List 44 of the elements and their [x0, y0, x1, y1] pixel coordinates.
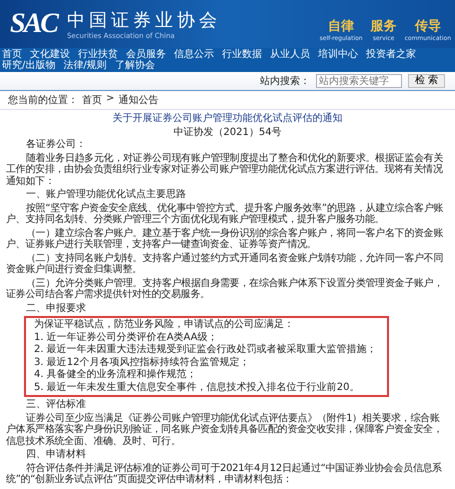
slogan: 传导 [414, 18, 441, 34]
nav-link[interactable]: 研究/出版物 [2, 60, 56, 71]
nav-link[interactable]: 培训中心 [318, 49, 358, 60]
paragraph: 符合评估条件并满足评估标准的证券公司可于2021年4月12日起通过“中国证券业协会会员信息系统”的“创新业务试点评估”页面提交评估申请材料，申请材料包括： [6, 462, 443, 486]
logo[interactable]: SAC [10, 8, 57, 40]
nav-link[interactable]: 会员服务 [126, 49, 166, 60]
article-title: 关于开展证券公司账户管理功能优化试点评估的通知 [112, 113, 344, 124]
paragraph: 随着业务日趋多元化，对证券公司现有账户管理制度提出了整合和优化的新要求。根据证监会有关工作的安排，由协会负责组织行业专家对证券公司账户管理功能优化试点方案进行评估。现将有关情况通知如下： [6, 152, 444, 187]
requirement-line: 4. 具备健全的业务流程和操作规范； [34, 369, 198, 380]
slogan: 服务 [370, 18, 397, 34]
search-button[interactable]: 检 索 [408, 74, 445, 88]
paragraph: 按照“坚守客户资金安全底线、优化事中管控方式、提升客户服务效率”的思路，从建立综合客户账户、支持同名划转、分类账户管理三个方面优化现有账户管理模式，提升客户服务功能。 [6, 202, 444, 226]
nav-link[interactable]: 信息公示 [174, 49, 214, 60]
breadcrumb-link[interactable]: 通知公告 [118, 93, 158, 107]
requirement-line: 为保证平稳试点，防范业务风险，申请试点的公司应满足： [34, 319, 295, 330]
section-heading: 二、申报要求 [25, 302, 87, 314]
breadcrumb-separator: > [106, 93, 114, 106]
requirement-line: 2. 最近一年未因重大违法违规受到证监会行政处罚或者被采取重大监管措施； [34, 344, 378, 356]
paragraph: 证券公司至少应当满足《证券公司账户管理功能优化试点评估要点》（附件1）相关要求，综合账户体系严格落实客户身份识别验证，同名账户资金划转具备匹配的资金交收安排，保障客户资金安全，信息技术系统全面、准确、及时、可行。 [6, 412, 444, 447]
breadcrumb-label: 您当前的位置： [8, 94, 78, 107]
paragraph: （三）允许分类账户管理。支持客户根据自身需要，在综合账户体系下设置分类管理资金子账户，证券公司结合客户需求提供针对性的交易服务。 [6, 278, 444, 300]
section-heading: 一、账户管理功能优化试点主要思路 [25, 189, 187, 200]
site-name: 中国证券业协会 [66, 9, 221, 32]
breadcrumb-link[interactable]: 首页 [82, 93, 102, 107]
nav-link[interactable]: 行业扶贫 [78, 49, 118, 60]
nav-link[interactable]: 法律/规则 [63, 60, 107, 71]
document-number: 中证协发（2021）54号 [172, 126, 283, 138]
requirement-line: 3. 最近12个月各项风控指标持续符合监管规定； [34, 356, 250, 368]
slogan: 自律 [328, 18, 354, 34]
paragraph: （一）建立综合客户账户。建立基于客户统一身份识别的综合客户账户，将同一客户名下的资金账户、证券账户进行关联管理，支持客户一键查询资金、证券等资产情况。 [6, 228, 444, 250]
salutation: 各证券公司： [25, 139, 87, 150]
requirement-line: 1. 近一年证券公司分类评价在A类AA级； [34, 332, 219, 343]
nav-link[interactable]: 首页 [2, 49, 22, 60]
nav-link[interactable]: 从业人员 [270, 49, 310, 60]
section-heading: 四、申请材料 [25, 449, 87, 460]
section-heading: 三、评估标准 [25, 399, 87, 410]
nav-link[interactable]: 行业数据 [222, 49, 262, 60]
requirement-line: 5. 最近一年未发生重大信息安全事件，信息技术投入排名位于行业前20。 [34, 382, 360, 393]
search-field[interactable]: 站内搜索关键字 [316, 74, 402, 88]
paragraph: （二）支持同名账户划转。支持客户通过签约方式开通同名资金账户划转功能，允许同一客户不同资金账户间进行资金归集调整。 [6, 252, 444, 276]
nav-link[interactable]: 投资者之家 [366, 49, 416, 60]
nav-link[interactable]: 了解协会 [114, 60, 155, 71]
search-label: 站内搜索： [260, 74, 310, 88]
nav-link[interactable]: 文化建设 [30, 49, 70, 60]
